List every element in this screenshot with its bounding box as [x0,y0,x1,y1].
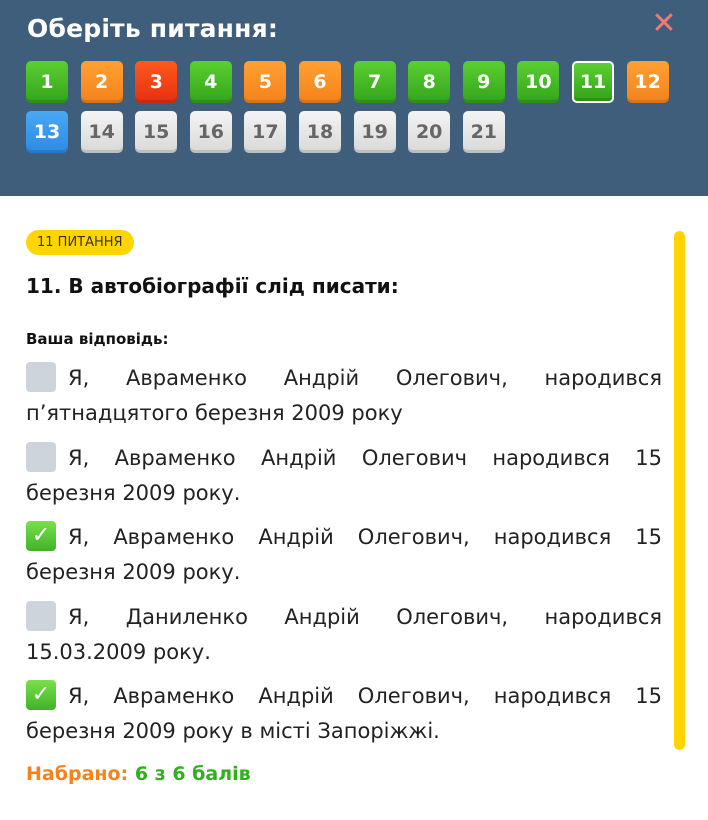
answer-option[interactable]: Я, Даниленко Андрій Олегович, народився … [26,600,662,670]
question-button-1[interactable]: 1 [26,61,68,103]
score-label: Набрано: [26,763,129,785]
answer-option-text: Я, Авраменко Андрій Олегович народився 1… [26,446,662,505]
scrollbar[interactable] [674,231,685,750]
close-icon[interactable]: ✕ [651,9,677,39]
question-button-6[interactable]: 6 [299,61,341,103]
question-picker-panel: Оберіть питання: ✕ 1 2 3 4 5 6 7 8 9 10 11 12 13 14 15… [0,0,708,196]
answer-option[interactable]: Я, Авраменко Андрій Олегович, народився … [26,361,662,431]
answer-option[interactable]: ✓ Я, Авраменко Андрій Олегович, народивс… [26,520,662,590]
question-button-4[interactable]: 4 [189,61,232,103]
question-button-18[interactable]: 18 [299,111,341,153]
question-button-5[interactable]: 5 [244,61,287,103]
question-button-20[interactable]: 20 [408,111,451,153]
question-button-17[interactable]: 17 [244,111,287,153]
question-button-11[interactable]: 11 [572,61,614,103]
answer-option-text: Я, Авраменко Андрій Олегович, народився … [26,525,662,584]
question-button-19[interactable]: 19 [353,111,396,153]
answer-option-text: Я, Авраменко Андрій Олегович, народився … [26,684,662,743]
question-button-13[interactable]: 13 [26,111,68,153]
panel-title: Оберіть питання: [27,14,279,43]
question-button-10[interactable]: 10 [517,61,560,103]
question-button-16[interactable]: 16 [189,111,232,153]
checkbox-unchecked[interactable] [26,601,56,631]
question-badge: 11 ПИТАННЯ [26,230,134,255]
question-button-3[interactable]: 3 [135,61,178,103]
question-button-14[interactable]: 14 [80,111,123,153]
score: Набрано: 6 з 6 балів [26,763,251,785]
question-button-21[interactable]: 21 [462,111,505,153]
question-button-2[interactable]: 2 [80,61,123,103]
question-button-7[interactable]: 7 [353,61,396,103]
answer-option-text: Я, Авраменко Андрій Олегович, народився … [26,366,662,425]
question-text: 11. В автобіографії слід писати: [26,274,399,298]
question-button-12[interactable]: 12 [626,61,669,103]
question-button-15[interactable]: 15 [135,111,178,153]
score-value: 6 з 6 балів [134,763,251,785]
question-button-9[interactable]: 9 [462,61,505,103]
checkbox-unchecked[interactable] [26,362,56,392]
answer-option[interactable]: ✓ Я, Авраменко Андрій Олегович, народивс… [26,679,662,749]
answer-option-text: Я, Даниленко Андрій Олегович, народився … [26,605,662,664]
checkbox-checked-icon[interactable]: ✓ [26,521,56,551]
question-button-8[interactable]: 8 [408,61,451,103]
answer-option[interactable]: Я, Авраменко Андрій Олегович народився 1… [26,441,662,511]
checkbox-unchecked[interactable] [26,442,56,472]
checkbox-checked-icon[interactable]: ✓ [26,680,56,710]
answer-label: Ваша відповідь: [26,330,169,348]
